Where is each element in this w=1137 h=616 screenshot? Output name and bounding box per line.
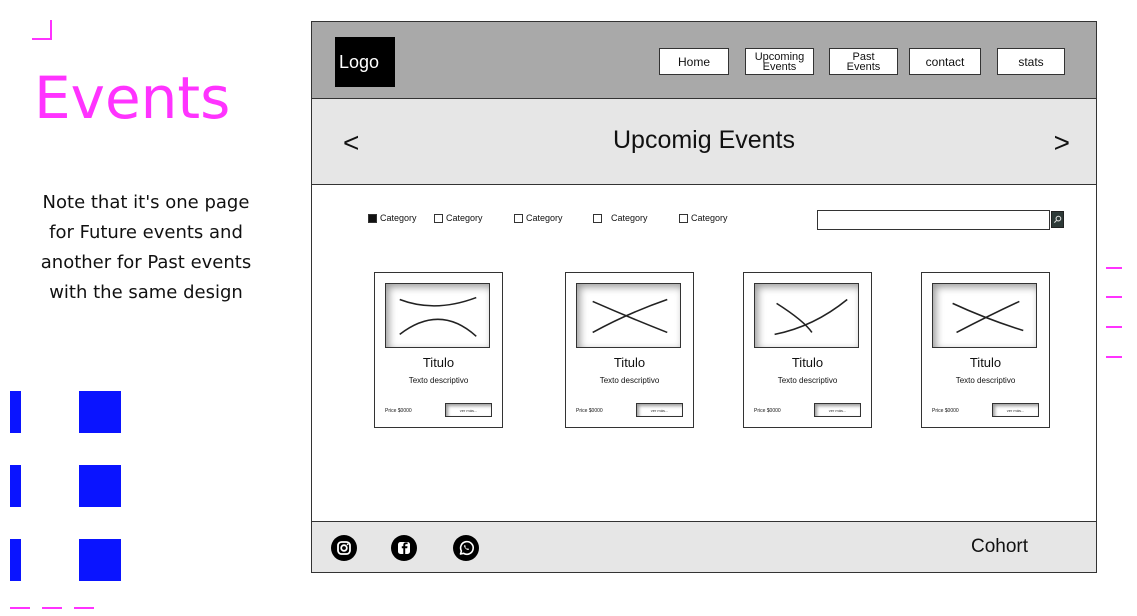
- dash-decoration: [42, 607, 62, 609]
- filter-bar: Category Category Category Category Cate…: [312, 210, 1096, 232]
- blue-block-decoration: [10, 539, 21, 581]
- image-placeholder: [385, 283, 490, 348]
- dash-decoration: [74, 607, 94, 609]
- see-more-button[interactable]: ver más...: [445, 403, 492, 417]
- category-checkbox[interactable]: Category: [434, 213, 483, 223]
- blue-block-decoration: [10, 465, 21, 507]
- footer-cohort-text: Cohort: [970, 536, 1028, 557]
- wireframe-mockup: Logo Home Upcoming Events Past Events co…: [311, 21, 1097, 573]
- category-label: Category: [446, 213, 483, 223]
- see-more-button[interactable]: ver más...: [992, 403, 1039, 417]
- site-footer: Cohort: [312, 521, 1096, 572]
- category-label: Category: [611, 213, 648, 223]
- search-icon: [1053, 215, 1062, 224]
- image-placeholder: [576, 283, 681, 348]
- event-card[interactable]: Titulo Texto descriptivo Price $0000 ver…: [743, 272, 872, 428]
- card-title: Titulo: [969, 355, 1002, 370]
- checkbox[interactable]: [593, 213, 602, 223]
- blue-block-decoration: [79, 465, 121, 507]
- nav-contact-button[interactable]: contact: [909, 48, 981, 75]
- site-header: Logo Home Upcoming Events Past Events co…: [312, 22, 1096, 99]
- dash-decoration: [1106, 296, 1122, 298]
- instagram-icon[interactable]: [331, 535, 357, 561]
- image-placeholder: [754, 283, 859, 348]
- category-checkbox[interactable]: Category: [514, 213, 563, 223]
- card-price: Price $0000: [932, 408, 959, 414]
- event-card[interactable]: Titulo Texto descriptivo Price $0000 ver…: [921, 272, 1050, 428]
- see-more-button[interactable]: ver más...: [814, 403, 861, 417]
- card-description: Texto descriptivo: [408, 376, 469, 385]
- hero-title: Upcomig Events: [612, 126, 796, 154]
- corner-bracket-decoration: [32, 20, 52, 40]
- image-placeholder: [932, 283, 1037, 348]
- event-card[interactable]: Titulo Texto descriptivo Price $0000 ver…: [565, 272, 694, 428]
- card-title: Titulo: [422, 355, 455, 370]
- card-title: Titulo: [791, 355, 824, 370]
- card-price: Price $0000: [576, 408, 603, 414]
- checkbox[interactable]: [679, 213, 688, 223]
- checkbox[interactable]: [514, 213, 523, 223]
- slide-title: Events: [34, 64, 231, 132]
- checkbox-checked[interactable]: [368, 213, 377, 223]
- event-card[interactable]: Titulo Texto descriptivo Price $0000 ver…: [374, 272, 503, 428]
- category-label: Category: [380, 213, 417, 223]
- card-title: Titulo: [613, 355, 646, 370]
- nav-home-button[interactable]: Home: [659, 48, 729, 75]
- card-price: Price $0000: [754, 408, 781, 414]
- category-label: Category: [691, 213, 728, 223]
- blue-block-decoration: [79, 391, 121, 433]
- facebook-icon[interactable]: [391, 535, 417, 561]
- blue-block-decoration: [79, 539, 121, 581]
- card-price: Price $0000: [385, 408, 412, 414]
- hero-banner: < Upcomig Events >: [312, 99, 1096, 185]
- category-checkbox[interactable]: Category: [368, 213, 417, 223]
- dash-decoration: [1106, 326, 1122, 328]
- card-description: Texto descriptivo: [599, 376, 660, 385]
- search-button[interactable]: [1051, 211, 1064, 228]
- whatsapp-icon[interactable]: [453, 535, 479, 561]
- card-description: Texto descriptivo: [955, 376, 1016, 385]
- checkbox[interactable]: [434, 213, 443, 223]
- dash-decoration: [1106, 267, 1122, 269]
- nav-stats-button[interactable]: stats: [997, 48, 1065, 75]
- category-checkbox[interactable]: Category: [593, 213, 648, 223]
- nav-past-events-button[interactable]: Past Events: [829, 48, 898, 75]
- dash-decoration: [10, 607, 30, 609]
- search-input[interactable]: [817, 210, 1050, 230]
- next-arrow-button[interactable]: >: [1054, 129, 1070, 157]
- slide-note: Note that it's one page for Future event…: [40, 192, 252, 303]
- nav-upcoming-events-button[interactable]: Upcoming Events: [745, 48, 814, 75]
- card-description: Texto descriptivo: [777, 376, 838, 385]
- category-checkbox[interactable]: Category: [679, 213, 728, 223]
- blue-block-decoration: [10, 391, 21, 433]
- logo[interactable]: Logo: [335, 37, 395, 87]
- see-more-button[interactable]: ver más...: [636, 403, 683, 417]
- dash-decoration: [1106, 356, 1122, 358]
- category-label: Category: [526, 213, 563, 223]
